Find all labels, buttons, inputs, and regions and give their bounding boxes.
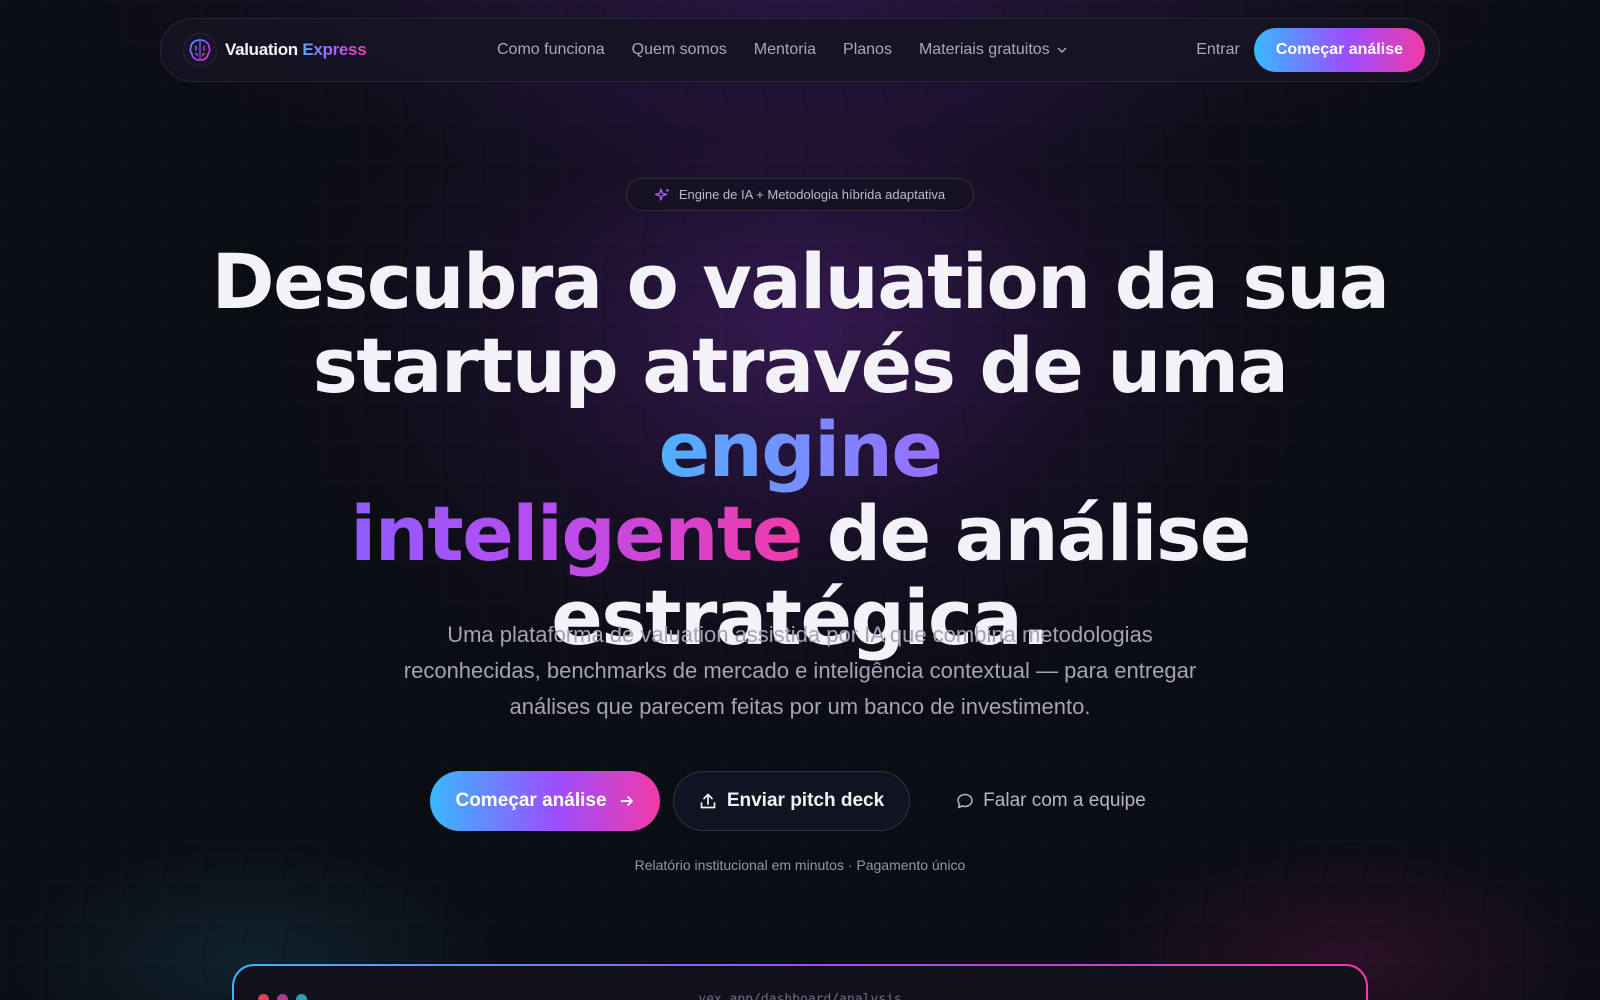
nav-dropdown-label: Materiais gratuitos [918,41,1050,58]
chevron-down-icon [1057,47,1066,53]
talk-to-team-button[interactable]: Falar com a equipe [936,771,1166,831]
nav-link-como-funciona[interactable]: Como funciona [497,41,605,59]
brand-name: Valuation Express [225,40,367,59]
headline-line-3: de análise [826,489,1251,578]
hero-badge: Engine de IA + Metodologia híbrida adapt… [626,178,974,211]
hero-footnote: Relatório institucional em minutos · Pag… [634,857,966,873]
top-navigation: Valuation Express Como funciona Quem som… [160,18,1440,82]
hero-cta-row: Começar análise Enviar pitch deck Falar … [0,771,1600,831]
nav-links: Como funciona Quem somos Mentoria Planos… [497,19,1068,81]
arrow-right-icon [620,796,633,806]
login-link[interactable]: Entrar [1196,41,1240,59]
start-analysis-button[interactable]: Começar análise [430,771,660,831]
nav-link-planos[interactable]: Planos [843,41,892,59]
nav-start-analysis-button[interactable]: Começar análise [1253,28,1425,72]
dashboard-preview-window: vex.app/dashboard/analysis [232,964,1368,1000]
send-pitch-deck-button[interactable]: Enviar pitch deck [673,771,910,831]
start-analysis-label: Começar análise [455,790,607,811]
hero-badge-text: Engine de IA + Metodologia híbrida adapt… [678,187,946,202]
headline-line-1: Descubra o valuation da sua [211,237,1390,326]
send-pitch-deck-label: Enviar pitch deck [726,790,885,811]
headline-accent-inteligente: inteligente [350,489,803,578]
hero-subtitle: Uma plataforma de valuation assistida po… [403,622,1197,719]
brand-home-link[interactable]: Valuation Express [183,33,367,67]
upload-icon [700,793,716,809]
preview-url: vex.app/dashboard/analysis [698,992,902,1000]
sparkles-icon [654,187,670,201]
talk-to-team-label: Falar com a equipe [983,790,1146,811]
nav-link-quem-somos[interactable]: Quem somos [632,41,727,59]
nav-dropdown-materiais-gratuitos[interactable]: Materiais gratuitos [919,41,1068,59]
nav-link-mentoria[interactable]: Mentoria [754,41,816,59]
hero-headline: Descubra o valuation da sua startup atra… [180,240,1420,660]
chat-bubble-icon [957,793,973,809]
brain-icon [183,33,217,67]
headline-accent-engine: engine [658,405,943,494]
nav-actions: Entrar Começar análise [1196,19,1425,81]
headline-line-2: startup através de uma [312,321,1289,410]
